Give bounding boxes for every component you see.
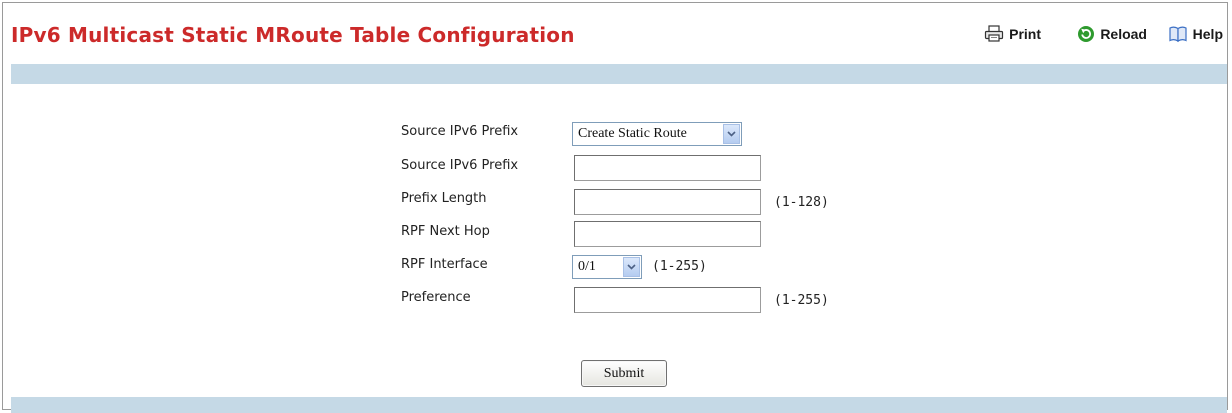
prefix-length-input[interactable]	[574, 189, 761, 215]
reload-label: Reload	[1100, 26, 1147, 42]
source-prefix-select-label: Source IPv6 Prefix	[401, 124, 519, 139]
content-frame: IPv6 Multicast Static MRoute Table Confi…	[2, 2, 1228, 413]
source-prefix-label: Source IPv6 Prefix	[401, 158, 519, 173]
rpf-interface-range: (1-255)	[652, 259, 707, 274]
source-prefix-select-value: Create Static Route	[578, 126, 687, 141]
prefix-length-label: Prefix Length	[401, 191, 487, 206]
preference-input[interactable]	[574, 287, 761, 313]
print-label: Print	[1009, 25, 1041, 42]
printer-icon	[984, 25, 1004, 42]
help-label: Help	[1192, 26, 1223, 42]
chevron-down-icon[interactable]	[623, 257, 640, 277]
chevron-down-icon[interactable]	[723, 124, 740, 144]
rpf-interface-select[interactable]: 0/1	[572, 255, 642, 279]
rpf-interface-value: 0/1	[578, 259, 596, 274]
print-button[interactable]: Print	[984, 25, 1041, 42]
rpf-interface-label: RPF Interface	[401, 257, 488, 272]
prefix-length-range: (1-128)	[774, 195, 829, 210]
source-prefix-select[interactable]: Create Static Route	[572, 122, 742, 146]
rpf-next-hop-label: RPF Next Hop	[401, 224, 490, 239]
rpf-next-hop-input[interactable]	[574, 221, 761, 247]
source-prefix-input[interactable]	[574, 155, 761, 181]
header-divider-band	[11, 64, 1227, 84]
page-title: IPv6 Multicast Static MRoute Table Confi…	[11, 23, 575, 47]
submit-button[interactable]: Submit	[581, 360, 667, 387]
help-book-icon	[1168, 25, 1188, 43]
footer-band	[11, 397, 1227, 413]
help-button[interactable]: Help	[1168, 25, 1223, 43]
reload-icon	[1077, 25, 1095, 43]
preference-range: (1-255)	[774, 293, 829, 308]
reload-button[interactable]: Reload	[1077, 25, 1147, 43]
preference-label: Preference	[401, 290, 471, 305]
